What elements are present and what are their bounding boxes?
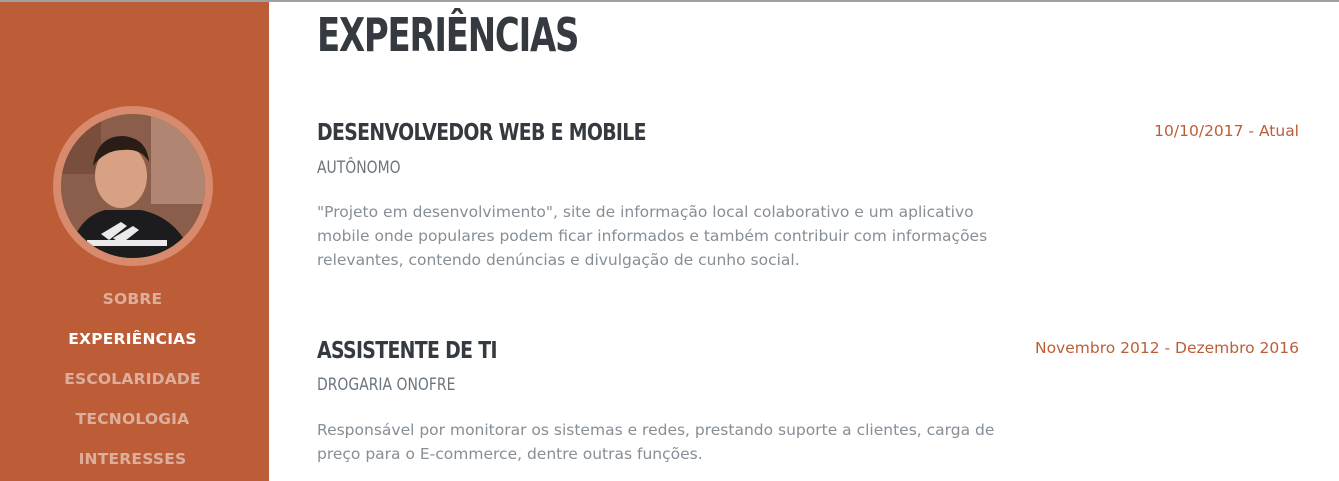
nav-item-tecnologia[interactable]: TECNOLOGIA (0, 410, 265, 428)
job-title: DESENVOLVEDOR WEB E MOBILE (317, 120, 647, 146)
job-company: DROGARIA ONOFRE (317, 375, 456, 395)
job-date: 10/10/2017 - Atual (1154, 122, 1299, 140)
job-description: Responsável por monitorar os sistemas e … (317, 421, 995, 463)
sidebar: SOBRE EXPERIÊNCIAS ESCOLARIDADE TECNOLOG… (0, 2, 269, 481)
job-company: AUTÔNOMO (317, 158, 401, 178)
job-title: ASSISTENTE DE TI (317, 338, 498, 364)
nav-item-experiencias[interactable]: EXPERIÊNCIAS (0, 330, 265, 348)
avatar-frame (53, 106, 213, 266)
nav-item-escolaridade[interactable]: ESCOLARIDADE (0, 370, 265, 388)
job-description: "Projeto em desenvolvimento", site de in… (317, 203, 988, 269)
job-date: Novembro 2012 - Dezembro 2016 (1034, 339, 1299, 357)
nav-item-sobre[interactable]: SOBRE (0, 290, 265, 308)
page-title: EXPERIÊNCIAS (317, 8, 579, 62)
avatar-photo-icon (61, 114, 205, 258)
nav-item-interesses[interactable]: INTERESSES (0, 450, 265, 468)
avatar (61, 114, 205, 258)
